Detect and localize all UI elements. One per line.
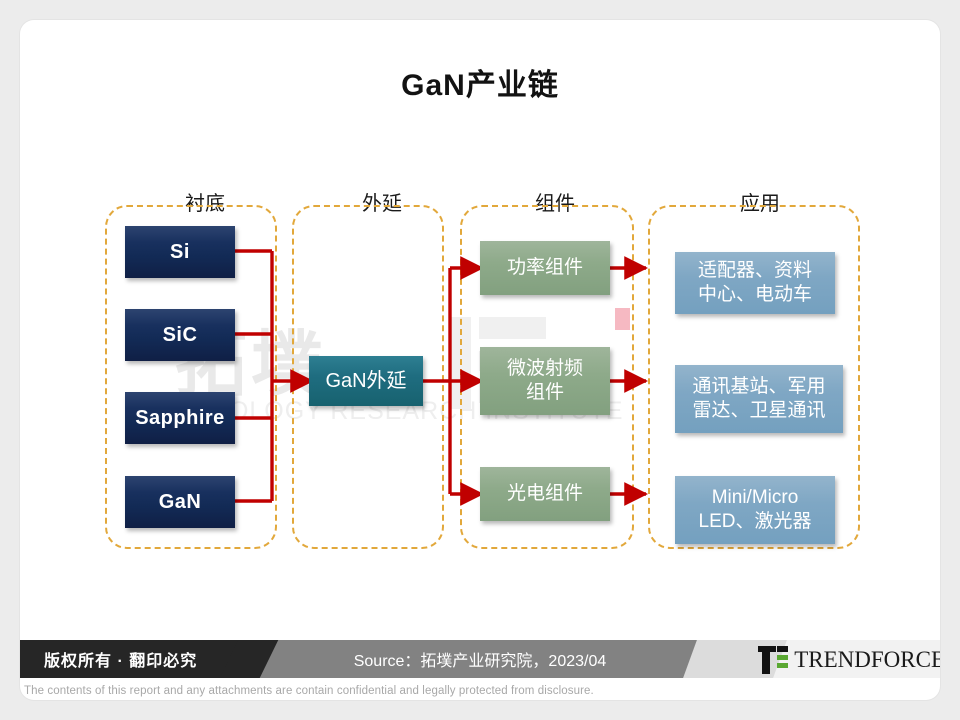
footer: 版权所有 · 翻印必究 Source：拓墣产业研究院，2023/04 TREND… [20, 640, 940, 700]
node-component-rf[interactable]: 微波射频 组件 [480, 347, 610, 415]
trendforce-logo: TRENDFORCE [758, 646, 940, 674]
trendforce-mark-icon [758, 646, 789, 674]
node-substrate-sic[interactable]: SiC [125, 309, 235, 361]
node-application-optoelectronic[interactable]: Mini/Micro LED、激光器 [675, 476, 835, 544]
node-substrate-sapphire[interactable]: Sapphire [125, 392, 235, 444]
footer-disclaimer: The contents of this report and any atta… [24, 685, 594, 697]
node-epitaxy-gan[interactable]: GaN外延 [309, 356, 423, 406]
node-substrate-si[interactable]: Si [125, 226, 235, 278]
pink-artifact-mark [615, 308, 630, 330]
node-application-rf[interactable]: 通讯基站、军用 雷达、卫星通讯 [675, 365, 843, 433]
node-component-power[interactable]: 功率组件 [480, 241, 610, 295]
page-title: GaN产业链 [401, 69, 559, 102]
slide-canvas: GaN产业链 拓墣 TOPOLOGY RESEARCH INSTITUTE 衬底… [20, 20, 940, 700]
node-component-optoelectronic[interactable]: 光电组件 [480, 467, 610, 521]
node-substrate-gan[interactable]: GaN [125, 476, 235, 528]
trendforce-wordmark: TRENDFORCE [794, 647, 940, 672]
node-application-power[interactable]: 适配器、资料 中心、电动车 [675, 252, 835, 314]
